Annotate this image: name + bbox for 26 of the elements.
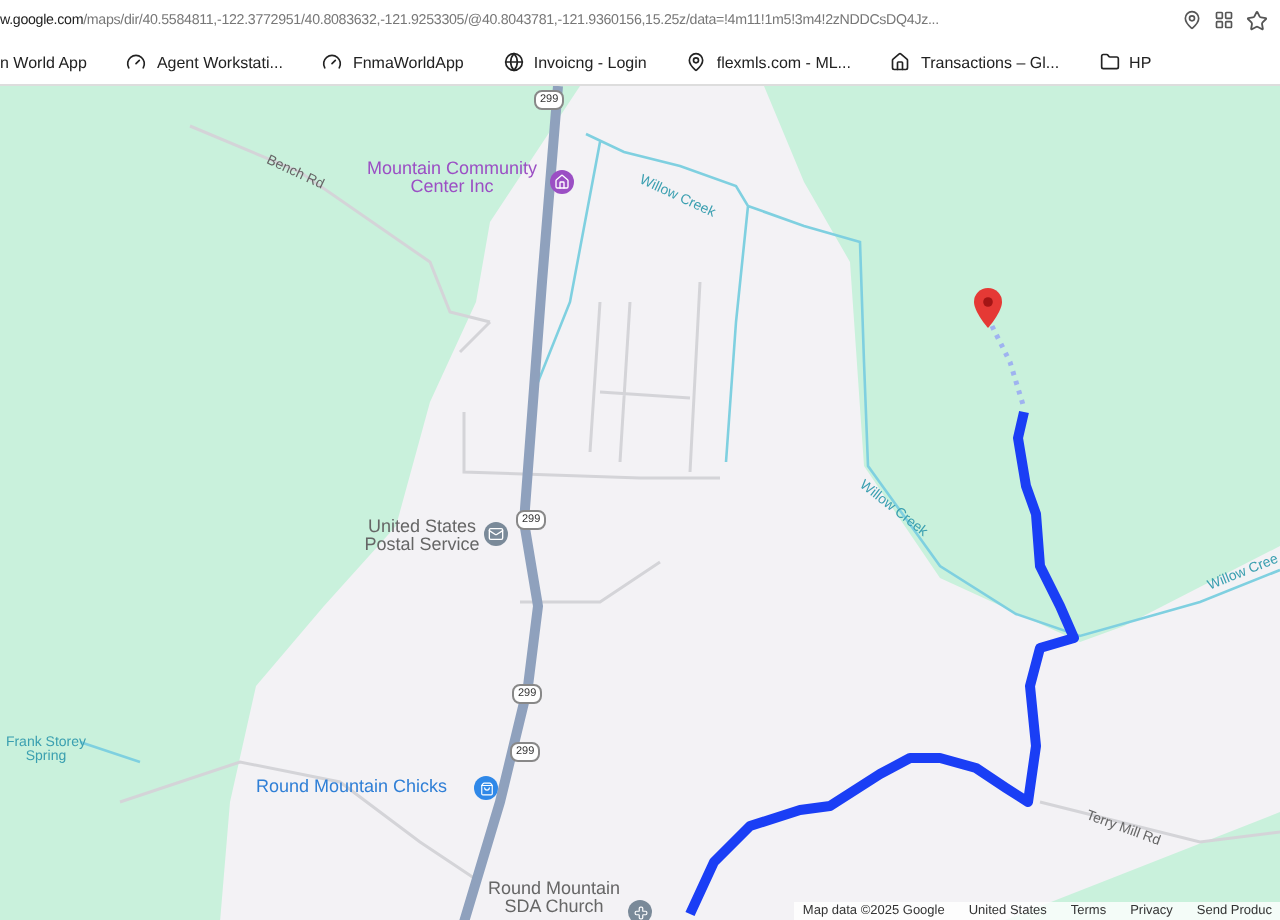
- shopping-bag-icon[interactable]: [474, 776, 498, 800]
- location-marker-icon[interactable]: [974, 288, 1002, 328]
- mail-icon[interactable]: [484, 522, 508, 546]
- place-label: United States Postal Service: [362, 518, 482, 556]
- place-label: Round Mountain Chicks: [256, 778, 448, 797]
- globe-icon: [503, 52, 524, 72]
- bookmark-link[interactable]: FnmaWorldApp: [322, 52, 464, 72]
- gauge-icon: [322, 52, 343, 72]
- house-icon: [890, 52, 911, 72]
- bookmark-link[interactable]: HP: [1099, 52, 1152, 72]
- bookmark-link[interactable]: Transactions – Gl...: [890, 52, 1060, 72]
- grid-icon[interactable]: [1214, 10, 1234, 30]
- bookmark-link[interactable]: Agent Workstati...: [126, 52, 283, 72]
- house-icon[interactable]: [550, 170, 574, 194]
- location-icon[interactable]: [1182, 10, 1202, 30]
- folder-icon: [1099, 52, 1120, 72]
- place-label: Mountain Community Center Inc: [364, 160, 540, 198]
- place-label: Round Mountain SDA Church: [486, 880, 622, 918]
- walking-path: [989, 324, 1027, 409]
- bookmark-link[interactable]: Invoicng - Login: [503, 52, 647, 72]
- pin-icon: [686, 52, 707, 72]
- bookmark-link[interactable]: n World App: [0, 53, 87, 71]
- gauge-icon: [126, 52, 147, 72]
- star-icon[interactable]: [1246, 9, 1268, 31]
- cross-icon[interactable]: [628, 900, 652, 920]
- bookmark-link[interactable]: flexmls.com - ML...: [686, 52, 851, 72]
